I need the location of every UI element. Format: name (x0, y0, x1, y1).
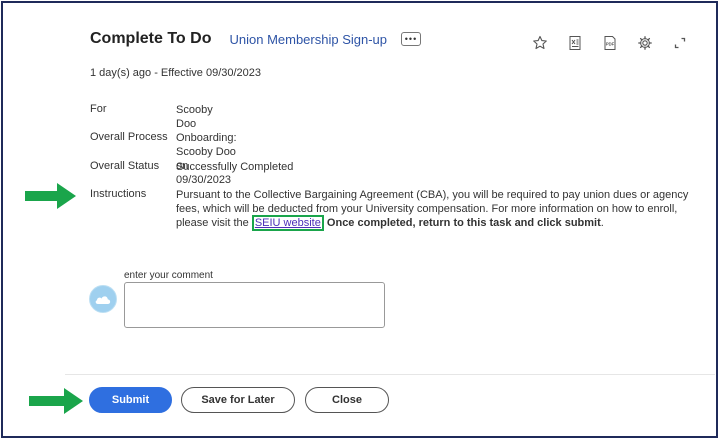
gear-icon[interactable] (627, 33, 662, 53)
close-button[interactable]: Close (305, 387, 389, 413)
instructions-text: Pursuant to the Collective Bargaining Ag… (176, 188, 696, 231)
cloud-icon (95, 296, 111, 304)
page-title: Complete To Do (90, 30, 212, 47)
star-icon[interactable] (522, 33, 557, 53)
more-actions-button[interactable]: ••• (401, 32, 422, 46)
worker-link[interactable]: Scooby Doo (176, 103, 213, 131)
submit-button[interactable]: Submit (89, 387, 172, 413)
page-toolbar: PDF (522, 33, 697, 53)
svg-text:PDF: PDF (605, 42, 614, 47)
process-link[interactable]: Onboarding: Scooby Doo on 09/30/2023 (176, 131, 237, 187)
comment-label: enter your comment (124, 270, 213, 281)
seiu-website-link[interactable]: SEIU website (251, 215, 324, 231)
pdf-icon[interactable]: PDF (592, 33, 627, 53)
task-subtitle-link[interactable]: Union Membership Sign-up (229, 32, 387, 47)
user-avatar (89, 285, 117, 313)
annotation-arrow-instructions (25, 183, 76, 209)
status-value: Successfully Completed (176, 161, 294, 173)
page-header: Complete To Do Union Membership Sign-up … (90, 30, 422, 48)
field-label: Overall Process (90, 131, 168, 143)
footer-divider (65, 374, 715, 375)
field-label: Instructions (90, 188, 147, 200)
effective-date-meta: 1 day(s) ago - Effective 09/30/2023 (90, 67, 262, 79)
save-for-later-button[interactable]: Save for Later (181, 387, 295, 413)
excel-export-icon[interactable] (557, 33, 592, 53)
instructions-bold: Once completed, return to this task and … (323, 217, 601, 229)
instructions-end: . (600, 217, 604, 229)
field-label: For (90, 103, 107, 115)
field-label: Overall Status (90, 160, 160, 172)
annotation-arrow-submit (29, 388, 83, 414)
expand-icon[interactable] (662, 33, 697, 53)
comment-input[interactable] (124, 282, 385, 328)
